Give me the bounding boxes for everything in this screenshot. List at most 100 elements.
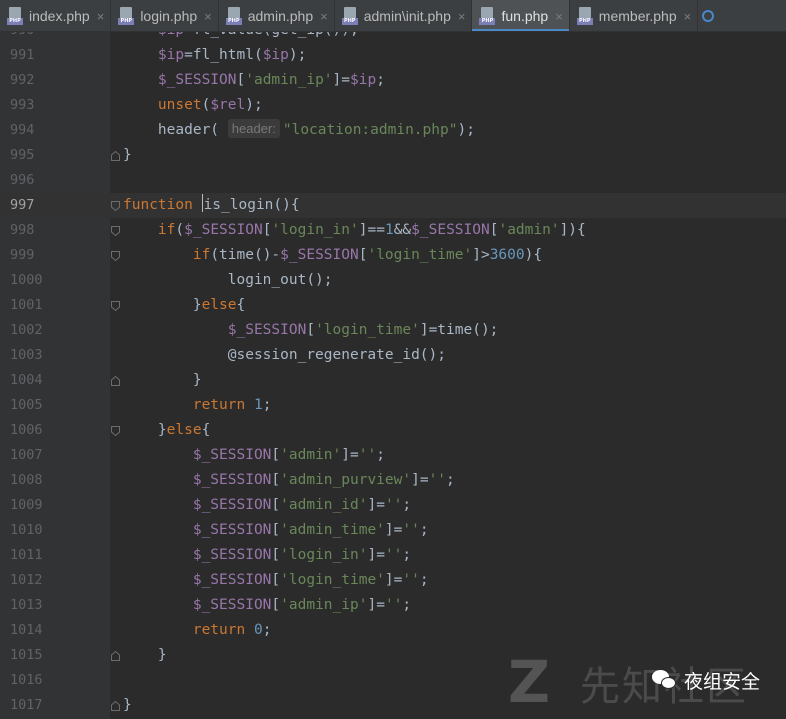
line-number: 998	[10, 222, 35, 238]
code-line[interactable]: 994 header( header: "location:admin.php")…	[0, 118, 786, 143]
php-file-icon: PHP	[341, 7, 358, 25]
code-text: return 0;	[192, 622, 272, 638]
code-text: $_SESSION['login_time']=time();	[227, 322, 499, 338]
fold-marker-icon[interactable]	[111, 301, 120, 311]
code-line[interactable]: 1012 $_SESSION['login_time']='';	[0, 568, 786, 593]
fold-marker-icon[interactable]	[111, 226, 120, 236]
line-number: 1012	[10, 572, 43, 588]
code-text: return 1;	[192, 397, 272, 413]
code-line[interactable]: 1014 return 0;	[0, 618, 786, 643]
tab-label: member.php	[598, 8, 677, 24]
code-line[interactable]: 1004 }	[0, 368, 786, 393]
code-line[interactable]: 1005 return 1;	[0, 393, 786, 418]
tab-label: fun.php	[501, 8, 549, 24]
close-icon[interactable]: ×	[204, 9, 212, 24]
line-number: 990	[10, 32, 50, 43]
tab-member-php[interactable]: PHP member.php ×	[570, 0, 699, 31]
line-number: 1000	[10, 272, 43, 288]
code-line[interactable]: 996	[0, 168, 786, 193]
line-number: 1015	[10, 647, 43, 663]
tab-admin-php[interactable]: PHP admin.php ×	[219, 0, 335, 31]
code-line[interactable]: 1002 $_SESSION['login_time']=time();	[0, 318, 786, 343]
line-number: 992	[10, 72, 35, 88]
fold-marker-icon[interactable]	[111, 651, 120, 661]
tab-fun-php[interactable]: PHP fun.php ×	[472, 0, 570, 31]
code-line[interactable]: 995}	[0, 143, 786, 168]
close-icon[interactable]: ×	[458, 9, 466, 24]
editor-tab-bar: PHP index.php × PHP login.php × PHP admin.php × P…	[0, 0, 786, 32]
line-number: 993	[10, 97, 35, 113]
code-text: $_SESSION['admin_id']='';	[192, 497, 412, 513]
code-text: if(time()-$_SESSION['login_time']>3600){	[192, 247, 543, 263]
code-text: $_SESSION['admin']='';	[192, 447, 385, 463]
code-line[interactable]: 990 $ip=fl_value(get_ip());	[0, 32, 786, 43]
close-icon[interactable]: ×	[320, 9, 328, 24]
code-text: if($_SESSION['login_in']==1&&$_SESSION['…	[157, 222, 586, 238]
line-number: 1013	[10, 597, 43, 613]
code-text: $_SESSION['admin_ip']=$ip;	[157, 72, 385, 88]
code-line[interactable]: 1008 $_SESSION['admin_purview']='';	[0, 468, 786, 493]
code-text: }	[123, 647, 167, 663]
line-number: 1002	[10, 322, 43, 338]
code-text: @session_regenerate_id();	[123, 347, 447, 363]
fold-marker-icon[interactable]	[111, 251, 120, 261]
code-line[interactable]: 1017}	[0, 693, 786, 718]
code-line[interactable]: 1003 @session_regenerate_id();	[0, 343, 786, 368]
code-line[interactable]: 999 if(time()-$_SESSION['login_time']>36…	[0, 243, 786, 268]
code-text: }	[123, 372, 202, 388]
line-number: 1017	[10, 697, 43, 713]
code-line[interactable]: 1010 $_SESSION['admin_time']='';	[0, 518, 786, 543]
code-text: }else{	[123, 297, 246, 313]
fold-marker-icon[interactable]	[111, 201, 120, 211]
line-number: 1009	[10, 497, 43, 513]
code-text: login_out();	[123, 272, 333, 288]
line-number: 1007	[10, 447, 43, 463]
line-number: 1006	[10, 422, 43, 438]
code-text: }	[123, 697, 132, 713]
line-number: 1003	[10, 347, 43, 363]
php-file-icon: PHP	[7, 7, 23, 25]
line-number: 991	[10, 47, 35, 63]
line-number: 996	[10, 172, 35, 188]
code-line[interactable]: 998 if($_SESSION['login_in']==1&&$_SESSI…	[0, 218, 786, 243]
code-line[interactable]: 1006 }else{	[0, 418, 786, 443]
line-number: 1001	[10, 297, 43, 313]
line-number: 997	[10, 197, 35, 213]
code-line[interactable]: 993 unset($rel);	[0, 93, 786, 118]
code-line[interactable]: 1013 $_SESSION['admin_ip']='';	[0, 593, 786, 618]
close-icon[interactable]: ×	[555, 9, 563, 24]
fold-marker-icon[interactable]	[111, 151, 120, 161]
code-line[interactable]: 1000 login_out();	[0, 268, 786, 293]
code-line[interactable]: 991 $ip=fl_html($ip);	[0, 43, 786, 68]
code-editor[interactable]: 990 $ip=fl_value(get_ip());991 $ip=fl_ht…	[0, 32, 786, 719]
code-text: }else{	[123, 422, 211, 438]
fold-marker-icon[interactable]	[111, 426, 120, 436]
code-line[interactable]: 997 function is_login(){	[0, 193, 786, 218]
line-number: 994	[10, 122, 35, 138]
fold-marker-icon[interactable]	[111, 376, 120, 386]
line-number: 995	[10, 147, 35, 163]
code-line[interactable]: 1016	[0, 668, 786, 693]
line-number: 1014	[10, 622, 43, 638]
code-text: $_SESSION['login_time']='';	[192, 572, 429, 588]
close-icon[interactable]: ×	[684, 9, 692, 24]
tab-overflow-icon[interactable]	[698, 0, 718, 31]
line-number: 1008	[10, 472, 43, 488]
code-line[interactable]: 1007 $_SESSION['admin']='';	[0, 443, 786, 468]
code-line[interactable]: 1009 $_SESSION['admin_id']='';	[0, 493, 786, 518]
code-text: header( header: "location:admin.php");	[123, 119, 475, 138]
tab-admin-init-php[interactable]: PHP admin\init.php ×	[335, 0, 473, 31]
tab-index-php[interactable]: PHP index.php ×	[0, 0, 112, 31]
tab-login-php[interactable]: PHP login.php ×	[111, 0, 219, 31]
fold-marker-icon[interactable]	[111, 701, 120, 711]
tab-label: admin.php	[247, 8, 314, 24]
code-line[interactable]: 1001 }else{	[0, 293, 786, 318]
tab-label: index.php	[29, 8, 90, 24]
code-line[interactable]: 1015 }	[0, 643, 786, 668]
code-line[interactable]: 992 $_SESSION['admin_ip']=$ip;	[0, 68, 786, 93]
close-icon[interactable]: ×	[97, 9, 105, 24]
code-lines: 990 $ip=fl_value(get_ip());991 $ip=fl_ht…	[0, 32, 786, 718]
php-file-icon: PHP	[225, 7, 242, 25]
code-line[interactable]: 1011 $_SESSION['login_in']='';	[0, 543, 786, 568]
line-number: 1010	[10, 522, 43, 538]
